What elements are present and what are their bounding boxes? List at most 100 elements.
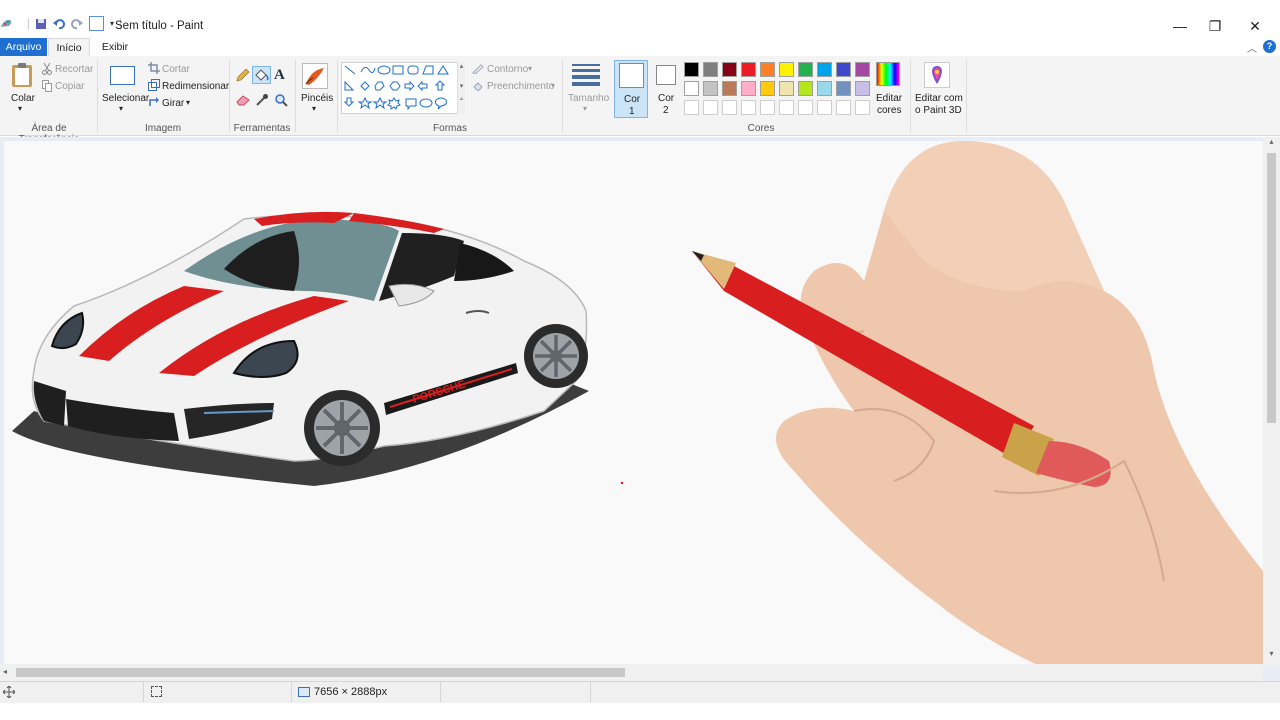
brushes-icon-frame[interactable] [302, 63, 328, 89]
custom-color-swatch[interactable] [779, 100, 794, 115]
horizontal-scroll-thumb[interactable] [16, 668, 625, 677]
copy-button[interactable]: Copiar [55, 81, 84, 92]
edit-colors-label[interactable]: Editar [876, 93, 902, 104]
custom-color-swatch[interactable] [741, 100, 756, 115]
color-swatch[interactable] [779, 62, 794, 77]
select-icon[interactable] [110, 66, 135, 85]
color-swatch[interactable] [703, 62, 718, 77]
shapes-palette-icon[interactable] [342, 63, 464, 113]
color-swatch[interactable] [817, 62, 832, 77]
minimize-button[interactable]: — [1166, 14, 1194, 38]
color2-button[interactable]: Cor 2 [654, 60, 678, 118]
paste-button[interactable]: Colar [11, 93, 35, 104]
brushes-button[interactable]: Pincéis [301, 93, 333, 104]
color-swatch[interactable] [703, 81, 718, 96]
paste-dropdown-icon[interactable]: ▾ [18, 104, 22, 113]
custom-color-swatch[interactable] [760, 100, 775, 115]
save-icon[interactable] [35, 18, 47, 30]
color-swatch[interactable] [760, 81, 775, 96]
color-swatch[interactable] [684, 62, 699, 77]
outline-dropdown-icon[interactable]: ▾ [528, 64, 532, 73]
rotate-dropdown-icon[interactable]: ▾ [186, 98, 190, 107]
tab-home[interactable]: Início [48, 38, 90, 56]
custom-color-swatch[interactable] [855, 100, 870, 115]
size-dropdown-icon[interactable]: ▾ [583, 104, 587, 113]
select-button[interactable]: Selecionar [102, 93, 149, 104]
eraser-tool-icon[interactable] [236, 94, 250, 106]
fill-tool-button[interactable] [252, 66, 271, 84]
shapes-scroll[interactable]: ▴ ▾ ⩡ [457, 62, 465, 114]
fill-icon[interactable] [472, 81, 484, 91]
copy-icon[interactable] [42, 80, 52, 92]
brushes-dropdown-icon[interactable]: ▾ [312, 104, 316, 113]
color-swatch[interactable] [798, 81, 813, 96]
new-image-icon[interactable] [89, 16, 104, 31]
color-swatch[interactable] [855, 81, 870, 96]
tab-file[interactable]: Arquivo [0, 38, 47, 56]
paint3d-label-2[interactable]: o Paint 3D [915, 105, 962, 116]
crop-button[interactable]: Cortar [162, 64, 190, 75]
resize-icon[interactable] [148, 79, 160, 91]
scroll-up-icon[interactable]: ▴ [1263, 137, 1280, 146]
color-swatch[interactable] [722, 62, 737, 77]
resize-button[interactable]: Redimensionar [162, 81, 229, 92]
scroll-down-icon[interactable]: ▾ [1263, 649, 1280, 658]
color-swatch[interactable] [855, 62, 870, 77]
color-swatch[interactable] [722, 81, 737, 96]
color-swatch[interactable] [836, 62, 851, 77]
custom-color-swatch[interactable] [684, 100, 699, 115]
color-swatch[interactable] [836, 81, 851, 96]
crop-icon[interactable] [148, 62, 160, 74]
help-icon[interactable]: ? [1263, 40, 1276, 53]
size-icon[interactable] [572, 64, 600, 86]
vertical-scrollbar[interactable]: ▴ ▾ [1263, 137, 1280, 667]
custom-color-swatch[interactable] [798, 100, 813, 115]
color-swatch[interactable] [779, 81, 794, 96]
cut-icon[interactable] [42, 63, 52, 75]
custom-color-swatch[interactable] [836, 100, 851, 115]
fill-dropdown-icon[interactable]: ▾ [551, 81, 555, 90]
undo-icon[interactable] [53, 18, 65, 30]
restore-button[interactable]: ❐ [1201, 14, 1229, 38]
customize-qat-icon[interactable]: ▾ [110, 19, 114, 28]
rotate-button[interactable]: Girar [162, 98, 184, 109]
cut-button[interactable]: Recortar [55, 64, 93, 75]
redo-icon[interactable] [71, 18, 83, 30]
outline-button[interactable]: Contorno [487, 64, 528, 75]
color-swatch[interactable] [684, 81, 699, 96]
horizontal-scrollbar[interactable]: ◂ [0, 664, 1263, 681]
color-swatch[interactable] [798, 62, 813, 77]
tab-view[interactable]: Exibir [96, 38, 134, 56]
shapes-scroll-up-icon[interactable]: ▴ [458, 62, 465, 70]
color1-button[interactable]: Cor 1 [614, 60, 648, 118]
color-swatch[interactable] [760, 62, 775, 77]
custom-color-swatch[interactable] [722, 100, 737, 115]
scroll-left-icon[interactable]: ◂ [3, 667, 7, 676]
magnifier-icon[interactable] [274, 93, 288, 107]
fill-button[interactable]: Preenchimento [487, 81, 554, 92]
shapes-scroll-down-icon[interactable]: ▾ [458, 82, 465, 90]
shapes-gallery[interactable] [341, 62, 465, 114]
paste-icon[interactable] [10, 62, 34, 88]
vertical-scroll-thumb[interactable] [1267, 153, 1276, 423]
outline-icon[interactable] [472, 64, 484, 74]
edit-colors-label-2[interactable]: cores [877, 105, 901, 116]
size-button[interactable]: Tamanho [568, 93, 609, 104]
paint3d-icon-frame[interactable] [924, 62, 950, 88]
color-swatch[interactable] [741, 81, 756, 96]
text-tool-icon[interactable]: A [274, 67, 285, 84]
select-dropdown-icon[interactable]: ▾ [119, 104, 123, 113]
rotate-icon[interactable] [148, 96, 160, 108]
custom-color-swatch[interactable] [703, 100, 718, 115]
pencil-tool-icon[interactable] [236, 68, 250, 82]
color-swatch[interactable] [741, 62, 756, 77]
close-button[interactable]: ✕ [1241, 14, 1269, 38]
paint3d-label[interactable]: Editar com [915, 93, 963, 104]
color-picker-icon[interactable] [255, 93, 269, 107]
custom-color-swatch[interactable] [817, 100, 832, 115]
shapes-more-icon[interactable]: ⩡ [458, 96, 465, 104]
edit-colors-icon[interactable] [876, 62, 900, 86]
collapse-ribbon-icon[interactable]: ︿ [1247, 40, 1257, 55]
color-swatch[interactable] [817, 81, 832, 96]
drawing-canvas[interactable]: PORSCHE [4, 141, 1263, 668]
